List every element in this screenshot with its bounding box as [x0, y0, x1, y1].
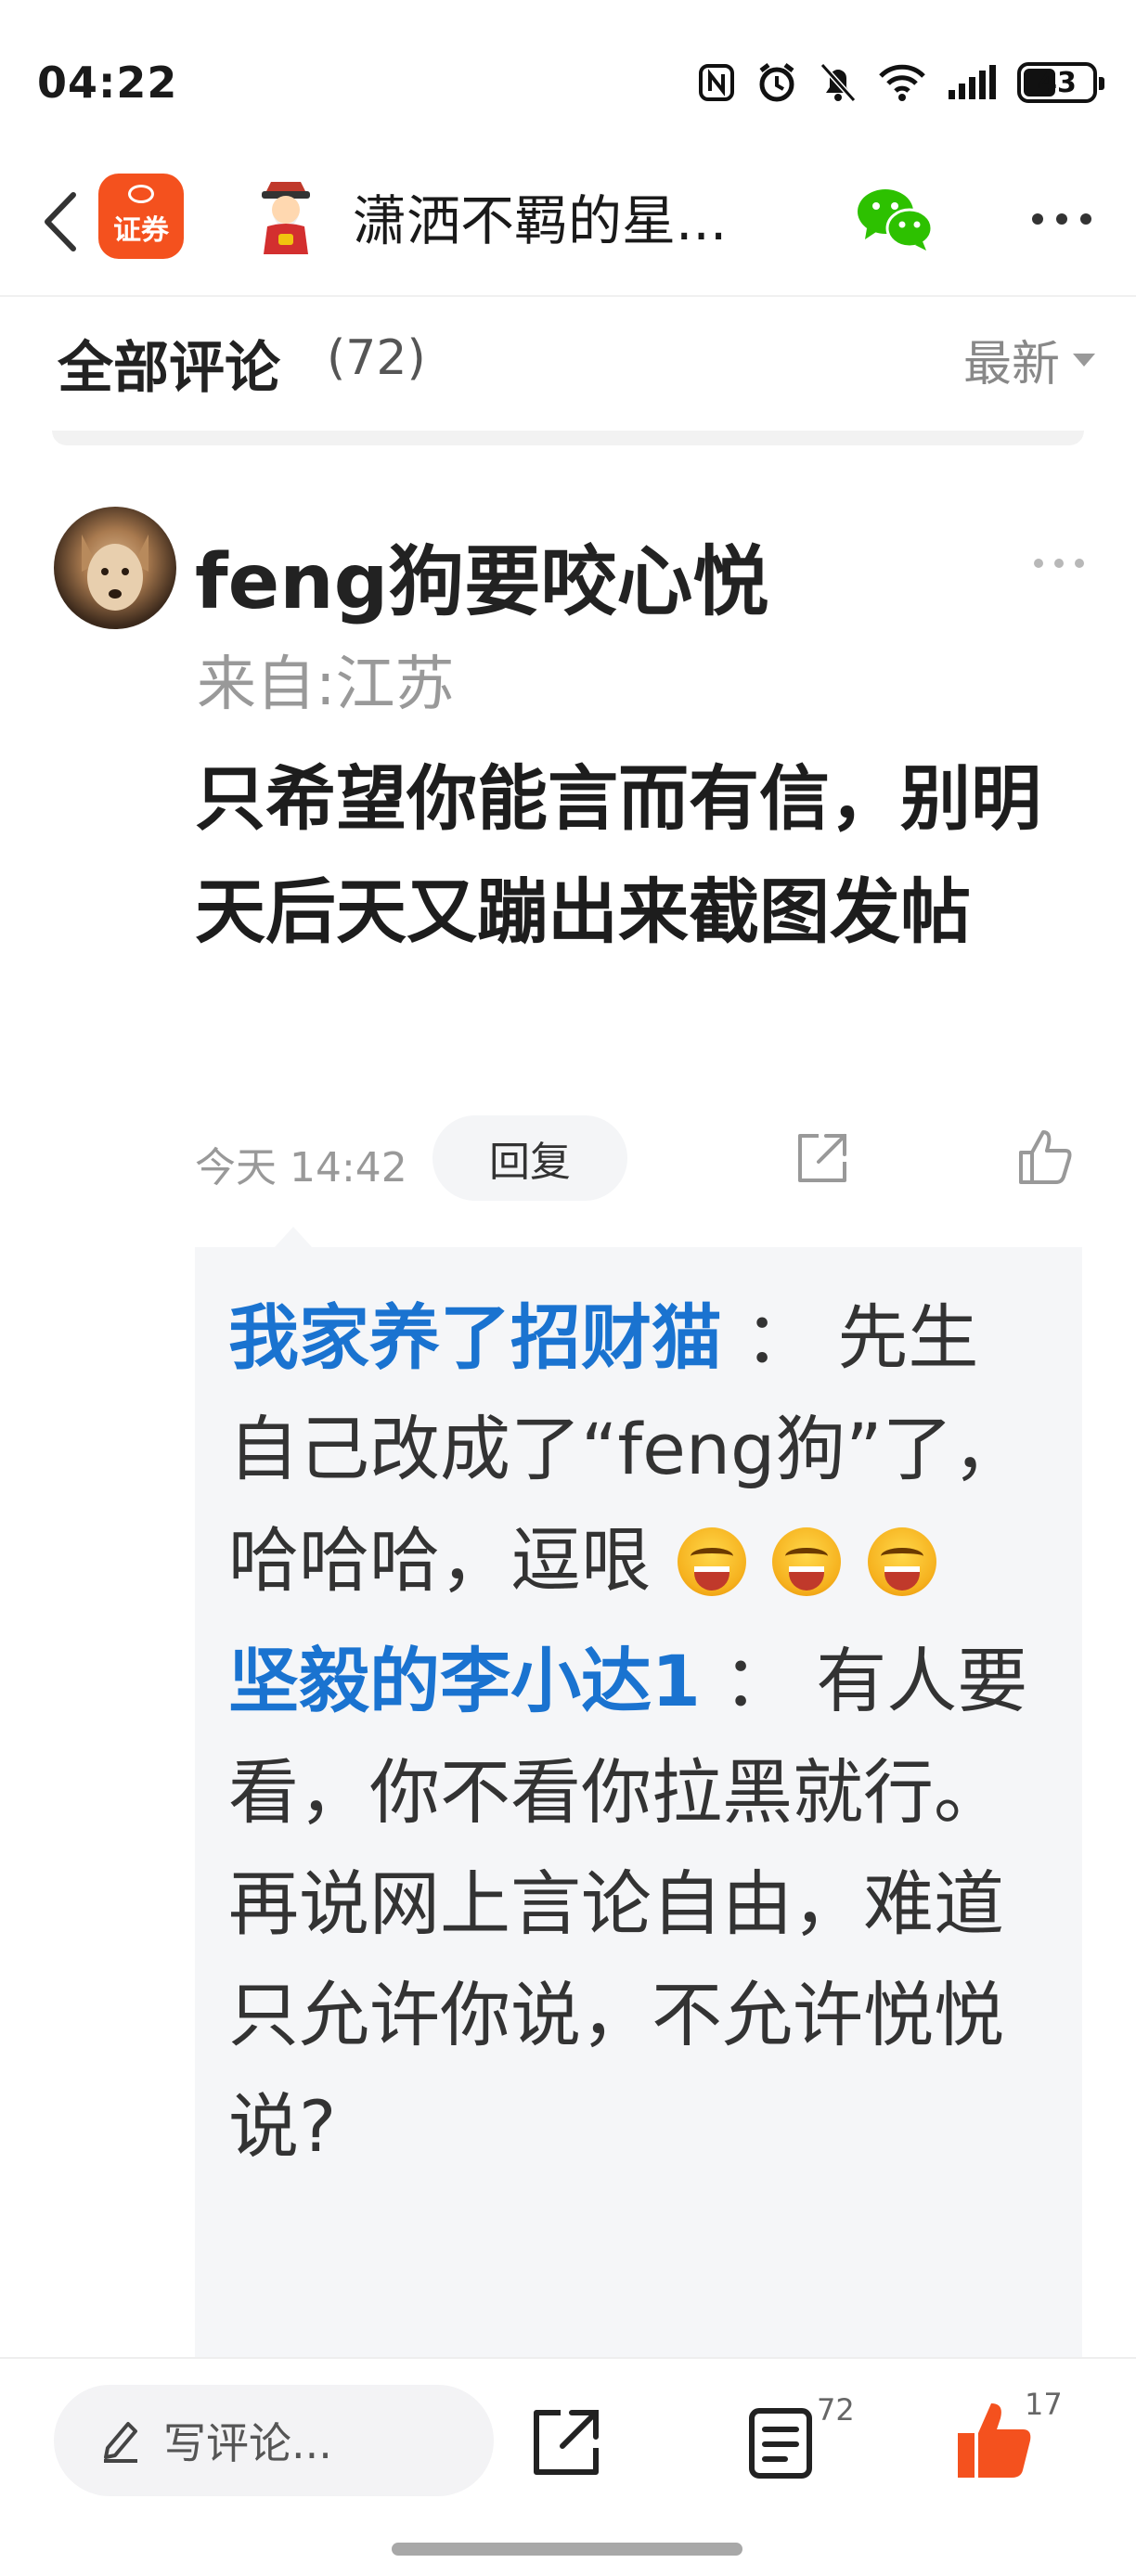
pencil-icon	[104, 2422, 137, 2463]
reply-user[interactable]: 坚毅的李小达1	[228, 1640, 701, 1722]
back-icon	[45, 192, 76, 251]
comments-count: (72)	[327, 330, 426, 386]
grinning-squint-emoji-icon	[867, 1527, 936, 1596]
app-badge[interactable]: 证券	[98, 174, 184, 259]
reply-user[interactable]: 我家养了招财猫	[228, 1296, 722, 1379]
comment-more-icon[interactable]	[1034, 559, 1084, 568]
sort-label: 最新	[962, 337, 1060, 393]
share-icon[interactable]	[531, 2407, 601, 2478]
app-badge-logo-icon	[128, 185, 154, 203]
wifi-icon	[879, 64, 925, 101]
thumbs-up-filled-icon[interactable]	[954, 2398, 1034, 2481]
back-button[interactable]	[28, 182, 93, 262]
sort-button[interactable]: 最新	[963, 325, 1095, 394]
comment-input[interactable]: 写评论...	[54, 2385, 494, 2496]
signal-icon	[949, 65, 996, 99]
reply-separator: ：	[744, 1296, 816, 1379]
mute-bell-icon	[820, 62, 857, 103]
more-icon[interactable]	[1032, 213, 1091, 225]
commenter-name[interactable]: feng狗要咬心悦	[195, 520, 768, 630]
dog-avatar-icon	[82, 535, 148, 611]
comment-count-badge: 72	[817, 2392, 855, 2428]
reply-item: 坚毅的李小达1 ： 有人要看，你不看你拉黑就行。再说网上言论自由，难道只允许你说…	[195, 1626, 1082, 2183]
commenter-location: 来自:江苏	[197, 650, 455, 719]
bottom-bar: 写评论... 72 17	[0, 2357, 1136, 2576]
reply-button[interactable]: 回复	[432, 1115, 627, 1201]
thumbs-up-icon[interactable]	[1017, 1128, 1075, 1186]
nav-bar: 证券 潇洒不羁的星...	[0, 158, 1136, 297]
comment-input-placeholder: 写评论...	[163, 2418, 332, 2468]
battery-level: 43	[1038, 66, 1077, 99]
app-badge-label: 证券	[113, 214, 169, 247]
reply-item: 我家养了招财猫 ： 先生自己改成了“feng狗”了，哈哈哈，逗哏	[195, 1282, 1082, 1616]
status-bar: 04:22 43	[0, 0, 1136, 158]
status-time: 04:22	[37, 58, 178, 108]
wechat-icon[interactable]	[856, 186, 934, 252]
comments-title: 全部评论	[58, 336, 280, 401]
grinning-squint-emoji-icon	[772, 1527, 842, 1596]
grinning-squint-emoji-icon	[678, 1527, 747, 1596]
reply-separator: ：	[723, 1640, 794, 1722]
like-count-badge: 17	[1025, 2387, 1063, 2422]
comment-list-icon[interactable]	[748, 2407, 813, 2479]
nfc-icon	[699, 64, 734, 101]
alarm-icon	[759, 63, 794, 102]
reply-pointer	[275, 1227, 312, 1247]
divider	[52, 431, 1084, 445]
nav-title: 潇洒不羁的星...	[353, 189, 728, 252]
comment-time: 今天 14:42	[195, 1144, 407, 1191]
fortune-god-avatar-icon[interactable]	[252, 180, 319, 256]
avatar[interactable]	[54, 507, 176, 629]
comment-body: 只希望你能言而有信，别明天后天又蹦出来截图发帖	[195, 757, 1041, 953]
comments-header: 全部评论 (72) 最新	[0, 299, 1136, 438]
replies-panel: 我家养了招财猫 ： 先生自己改成了“feng狗”了，哈哈哈，逗哏 坚毅的李小达1…	[195, 1247, 1082, 2361]
share-icon[interactable]	[794, 1130, 850, 1186]
status-icons: 43	[698, 59, 1104, 106]
home-indicator[interactable]	[392, 2543, 742, 2556]
caret-down-icon	[1073, 353, 1095, 367]
battery-icon: 43	[1017, 62, 1104, 103]
